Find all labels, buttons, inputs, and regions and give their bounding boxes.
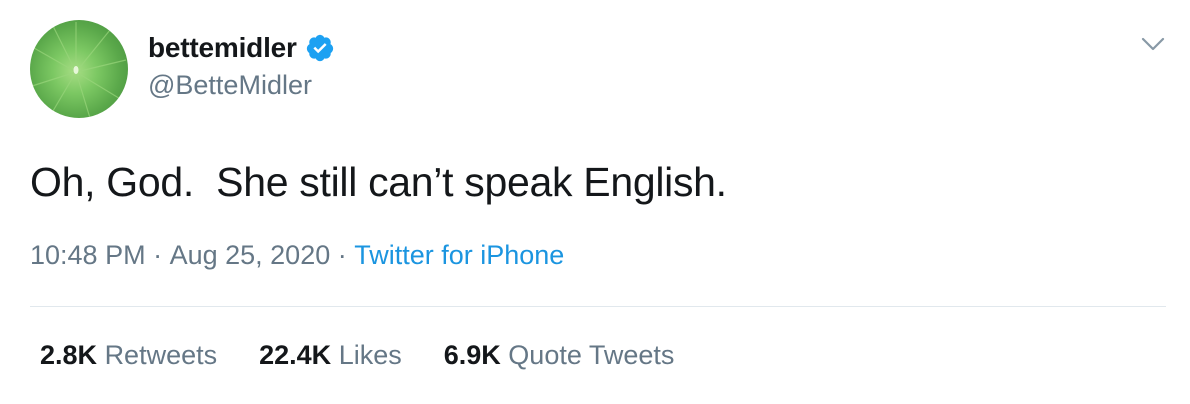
quote-tweets-label: Quote Tweets bbox=[508, 340, 675, 370]
tweet-time[interactable]: 10:48 PM bbox=[30, 240, 146, 271]
retweets-stat[interactable]: 2.8K Retweets bbox=[40, 340, 217, 371]
tweet-card: bettemidler @BetteMidler Oh, God. She st… bbox=[0, 0, 1190, 404]
likes-stat[interactable]: 22.4K Likes bbox=[259, 340, 402, 371]
display-name[interactable]: bettemidler bbox=[148, 32, 297, 64]
tweet-stats: 2.8K Retweets 22.4K Likes 6.9K Quote Twe… bbox=[40, 340, 716, 371]
avatar[interactable] bbox=[30, 20, 128, 118]
likes-count: 22.4K bbox=[259, 340, 332, 370]
verified-badge-icon bbox=[305, 33, 335, 63]
user-handle[interactable]: @BetteMidler bbox=[148, 70, 312, 101]
meta-separator: · bbox=[330, 240, 355, 270]
divider bbox=[30, 306, 1166, 307]
tweet-text: Oh, God. She still can’t speak English. bbox=[30, 159, 727, 205]
lily-pad-icon bbox=[31, 22, 127, 118]
tweet-meta: 10:48 PM · Aug 25, 2020 · Twitter for iP… bbox=[30, 240, 564, 271]
retweets-count: 2.8K bbox=[40, 340, 98, 370]
tweet-date[interactable]: Aug 25, 2020 bbox=[170, 240, 331, 271]
retweets-label: Retweets bbox=[104, 340, 218, 370]
chevron-down-icon[interactable] bbox=[1140, 34, 1166, 54]
tweet-source-link[interactable]: Twitter for iPhone bbox=[354, 240, 564, 271]
likes-label: Likes bbox=[338, 340, 402, 370]
quote-tweets-count: 6.9K bbox=[443, 340, 501, 370]
display-name-row: bettemidler bbox=[148, 28, 335, 68]
meta-separator: · bbox=[145, 240, 170, 270]
quote-tweets-stat[interactable]: 6.9K Quote Tweets bbox=[444, 340, 675, 371]
